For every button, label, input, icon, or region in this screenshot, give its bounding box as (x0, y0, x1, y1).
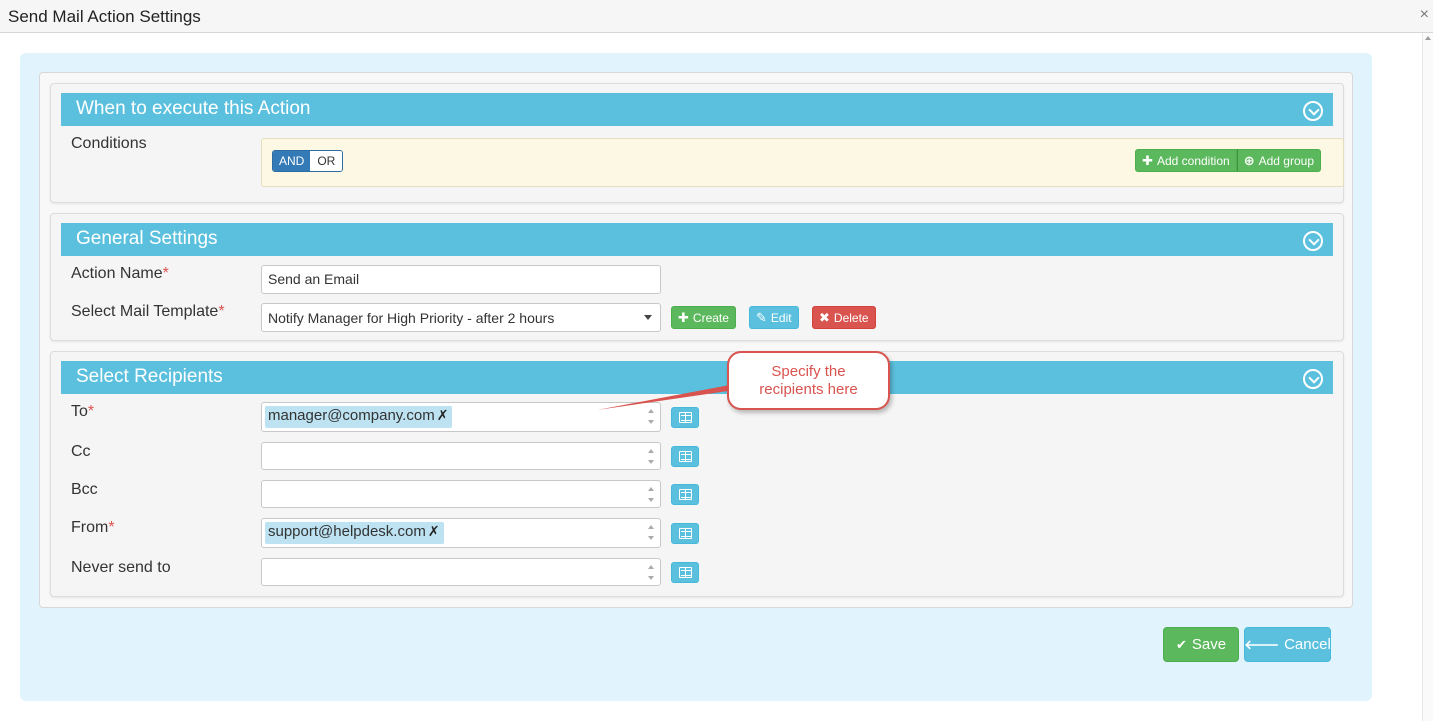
mail-template-value: Notify Manager for High Priority - after… (268, 310, 555, 326)
window-title: Send Mail Action Settings (8, 7, 201, 26)
callout-line-1: Specify the (771, 363, 846, 380)
spinner[interactable] (646, 484, 656, 505)
recipients-panel: Select Recipients To* manager@company.co… (50, 351, 1344, 597)
create-template-button[interactable]: ✚ Create (671, 306, 736, 329)
add-condition-label: Add condition (1156, 153, 1230, 168)
conditions-panel: When to execute this Action Conditions A… (50, 83, 1344, 203)
mail-template-label: Select Mail Template* (71, 303, 225, 320)
never-send-to-input[interactable] (261, 558, 661, 586)
chevron-circle-down-icon[interactable] (1303, 231, 1323, 251)
spinner[interactable] (646, 522, 656, 543)
to-label: To* (71, 403, 95, 420)
from-label: From* (71, 519, 115, 536)
plus-circle-icon: ⊕ (1243, 152, 1255, 168)
remove-tag-icon[interactable]: ✗ (428, 523, 440, 539)
add-group-label: Add group (1258, 153, 1314, 168)
address-book-icon (679, 567, 692, 578)
chevron-circle-down-icon[interactable] (1303, 101, 1323, 121)
and-button[interactable]: AND (273, 151, 311, 171)
condition-builder: AND OR ✚ Add condition ⊕ Add group (261, 138, 1344, 187)
cc-label: Cc (71, 443, 91, 460)
recipient-tag: support@helpdesk.com ✗ (265, 522, 444, 544)
callout-line-2: recipients here (759, 381, 858, 398)
recipient-tag: manager@company.com ✗ (265, 406, 453, 428)
from-address-book-button[interactable] (671, 523, 699, 544)
cc-input[interactable] (261, 442, 661, 470)
never-send-to-address-book-button[interactable] (671, 562, 699, 583)
scrollbar[interactable] (1422, 33, 1433, 721)
plus-icon: ✚ (1142, 152, 1153, 168)
annotation-callout: Specify the recipients here (727, 351, 890, 410)
bcc-address-book-button[interactable] (671, 484, 699, 505)
spinner[interactable] (646, 406, 656, 427)
never-send-to-label: Never send to (71, 559, 171, 576)
cc-address-book-button[interactable] (671, 446, 699, 467)
scroll-up-icon[interactable] (1425, 36, 1431, 40)
settings-card: When to execute this Action Conditions A… (39, 72, 1353, 608)
arrow-left-icon: 🡐 (1244, 636, 1280, 652)
times-icon: ✖ (819, 309, 830, 325)
recipients-panel-title: Select Recipients (76, 366, 223, 387)
chevron-circle-down-icon[interactable] (1303, 369, 1323, 389)
check-icon: ✔ (1175, 636, 1187, 652)
spinner[interactable] (646, 562, 656, 583)
from-input[interactable]: support@helpdesk.com ✗ (261, 518, 661, 548)
condition-actions: ✚ Add condition ⊕ Add group (1135, 149, 1321, 172)
address-book-icon (679, 451, 692, 462)
and-or-toggle: AND OR (272, 150, 344, 172)
window-titlebar: Send Mail Action Settings × (0, 0, 1433, 33)
address-book-icon (679, 412, 692, 423)
conditions-panel-header[interactable]: When to execute this Action (61, 93, 1333, 126)
mail-template-select[interactable]: Notify Manager for High Priority - after… (261, 303, 661, 332)
add-condition-button[interactable]: ✚ Add condition (1135, 149, 1237, 172)
conditions-panel-title: When to execute this Action (76, 98, 311, 119)
general-settings-panel: General Settings Action Name* Send an Em… (50, 213, 1344, 341)
save-button[interactable]: ✔ Save (1163, 627, 1239, 662)
caret-down-icon (644, 315, 652, 320)
edit-icon: ✎ (756, 309, 767, 325)
or-button[interactable]: OR (310, 151, 343, 171)
dialog-body: When to execute this Action Conditions A… (20, 53, 1372, 701)
recipients-panel-header[interactable]: Select Recipients (61, 361, 1333, 394)
close-icon[interactable]: × (1420, 6, 1429, 24)
bcc-input[interactable] (261, 480, 661, 508)
general-panel-header[interactable]: General Settings (61, 223, 1333, 256)
conditions-label: Conditions (71, 135, 147, 152)
to-address-book-button[interactable] (671, 407, 699, 428)
to-input[interactable]: manager@company.com ✗ (261, 402, 661, 432)
action-name-input[interactable]: Send an Email (261, 265, 661, 294)
address-book-icon (679, 528, 692, 539)
action-name-value: Send an Email (268, 271, 360, 287)
edit-template-button[interactable]: ✎ Edit (749, 306, 799, 329)
cancel-button[interactable]: 🡐 Cancel (1244, 627, 1331, 662)
delete-template-button[interactable]: ✖ Delete (812, 306, 876, 329)
plus-icon: ✚ (678, 309, 689, 325)
general-panel-title: General Settings (76, 228, 218, 249)
bcc-label: Bcc (71, 481, 98, 498)
spinner[interactable] (646, 446, 656, 467)
add-group-button[interactable]: ⊕ Add group (1236, 149, 1321, 172)
address-book-icon (679, 489, 692, 500)
action-name-label: Action Name* (71, 265, 169, 282)
remove-tag-icon[interactable]: ✗ (437, 407, 449, 423)
